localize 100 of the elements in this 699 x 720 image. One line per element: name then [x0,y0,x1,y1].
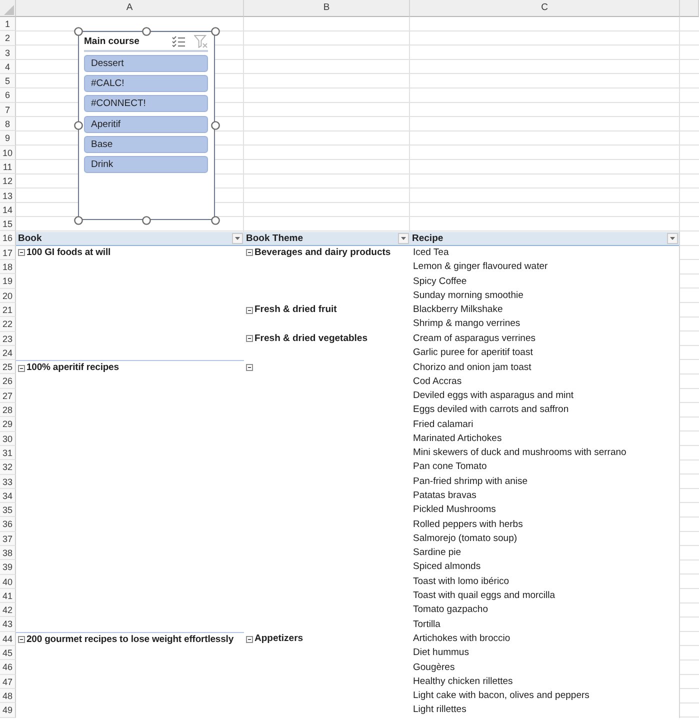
row-number: 31 [0,446,16,460]
caret-icon [670,236,675,240]
row-number: 17 [0,246,16,260]
field-name: Book [18,232,42,245]
row-number: 22 [0,317,16,332]
recipe-name: Chorizo and onion jam toast [413,360,532,375]
recipe-name: Pickled Mushrooms [413,503,496,518]
row-number: 46 [0,660,16,675]
row-number: 9 [0,131,16,146]
row-number: 47 [0,674,16,689]
row-number: 4 [0,60,16,74]
slicer-item[interactable]: #CONNECT! [84,95,208,112]
recipe-name: Blackberry Milkshake [413,303,503,318]
column-header: C [410,0,680,17]
recipe-name: Deviled eggs with asparagus and mint [413,388,574,403]
row-number: 15 [0,217,16,232]
row-number: 10 [0,146,16,160]
field-name: Recipe [412,232,444,245]
slicer-item[interactable]: Dessert [84,55,208,72]
row-number: 28 [0,403,16,418]
row-number: 49 [0,703,16,718]
filter-dropdown-button[interactable] [398,232,409,244]
book-title: 200 gourmet recipes to lose weight effortlessly [26,632,234,647]
row-number: 39 [0,560,16,575]
row-number: 16 [0,231,16,246]
row-number: 43 [0,617,16,632]
row-number: 1 [0,17,16,32]
slicer-item[interactable]: Aperitif [84,116,208,133]
recipe-name: Light rillettes [413,703,466,718]
row-number: 19 [0,274,16,289]
collapse-icon[interactable] [246,249,253,256]
row-number: 35 [0,503,16,518]
checklist-icon[interactable] [172,36,185,47]
recipe-name: Pan-fried shrimp with anise [413,474,528,489]
recipe-name: Spiced almonds [413,560,481,574]
recipe-name: Sunday morning smoothie [413,288,524,303]
filter-dropdown-button[interactable] [232,232,243,244]
recipe-name: Cod Accras [413,374,462,389]
collapse-icon[interactable] [246,306,253,314]
row-number: 12 [0,174,16,189]
collapse-icon[interactable] [246,335,253,342]
field-name: Book Theme [246,232,304,245]
recipe-name: Diet hummus [413,646,469,660]
row-number: 21 [0,302,16,318]
recipe-name: Pan cone Tomato [413,460,487,474]
collapse-icon[interactable] [246,636,253,643]
recipe-name: Salmorejo (tomato soup) [413,532,518,546]
recipe-name: Mini skewers of duck and mushrooms with serrano [413,446,626,460]
recipe-name: Toast with lomo ibérico [413,574,510,589]
recipe-name: Lemon & ginger flavoured water [413,260,548,274]
row-number: 24 [0,346,16,360]
theme-name: Beverages and dairy products [254,246,391,260]
row-number: 20 [0,288,16,303]
row-number: 18 [0,260,16,274]
row-number: 38 [0,546,16,560]
recipe-name: Shrimp & mango verrines [413,317,520,332]
recipe-name: Light cake with bacon, olives and peppers [413,689,590,704]
theme-name: Fresh & dried vegetables [254,332,368,346]
recipe-name: Gougères [413,660,455,675]
collapse-icon[interactable] [18,364,25,372]
recipe-name: Rolled peppers with herbs [413,518,523,532]
row-number: 11 [0,160,16,174]
filter-dropdown-button[interactable] [667,232,678,244]
row-number: 44 [0,632,16,646]
recipe-name: Tomato gazpacho [413,603,488,618]
slicer-title: Main course [84,36,140,47]
row-number: 6 [0,88,16,103]
collapse-icon[interactable] [246,364,253,372]
theme-name: Appetizers [254,632,304,646]
column-header [680,0,699,17]
row-number: 30 [0,432,16,446]
row-number: 40 [0,574,16,589]
row-number: 23 [0,332,16,346]
slicer-item[interactable]: Base [84,136,208,153]
row-number: 37 [0,532,16,546]
row-number: 8 [0,117,16,132]
slicer-item[interactable]: #CALC! [84,75,208,92]
recipe-name: Toast with quail eggs and morcilla [413,589,556,604]
row-number: 3 [0,46,16,60]
row-number: 14 [0,202,16,218]
caret-icon [401,236,406,240]
row-number: 26 [0,374,16,389]
recipe-name: Eggs deviled with carrots and saffron [413,403,569,418]
slicer-panel[interactable]: Main course Dessert #CALC! #CONNECT! Aperitif Base Drink [78,31,215,220]
row-number: 34 [0,488,16,504]
collapse-icon[interactable] [18,636,25,644]
row-number: 2 [0,31,16,46]
recipe-name: Fried calamari [413,418,474,432]
row-number: 41 [0,588,16,604]
slicer-item[interactable]: Drink [84,156,208,173]
recipe-name: Spicy Coffee [413,274,467,289]
row-number: 29 [0,417,16,432]
recipe-name: Tortilla [413,618,440,632]
row-number: 5 [0,74,16,88]
row-number: 7 [0,102,16,118]
recipe-name: Artichokes with broccio [413,632,510,646]
book-title: 100 GI foods at will [26,246,111,260]
recipe-name: Sardine pie [413,546,462,560]
row-number: 45 [0,646,16,660]
collapse-icon[interactable] [18,249,25,256]
